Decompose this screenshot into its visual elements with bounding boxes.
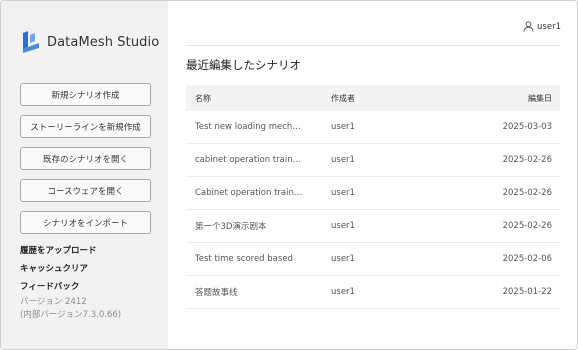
scenario-date: 2025-02-26 [502, 221, 552, 231]
new-storyline-button[interactable]: ストーリーラインを新規作成 [20, 115, 151, 138]
main-panel: user1 最近編集したシナリオ 名称 作成者 編集日 Test new loa… [168, 1, 577, 349]
scenario-name: Test new loading mech… [195, 122, 301, 132]
column-header-author[interactable]: 作成者 [322, 93, 452, 104]
datamesh-logo-icon [23, 31, 39, 53]
scenario-author: user1 [331, 221, 355, 231]
scenario-date: 2025-01-22 [502, 287, 552, 297]
scenario-author: user1 [331, 188, 355, 198]
scenario-date: 2025-02-26 [502, 188, 552, 198]
scenario-name: Test time scored based [195, 254, 293, 264]
user-menu[interactable]: user1 [523, 21, 561, 32]
table-row[interactable]: Cabinet operation train… user1 2025-02-2… [186, 177, 560, 210]
username: user1 [537, 21, 561, 32]
scenario-author: user1 [331, 254, 355, 264]
scenario-name: 第一个3D演示剧本 [195, 222, 267, 232]
internal-version-label: (内部バージョン7.3.0.66) [20, 310, 122, 320]
scenario-author: user1 [331, 287, 355, 297]
user-icon [523, 21, 534, 32]
recent-scenarios-title: 最近編集したシナリオ [186, 58, 301, 72]
table-row[interactable]: Test new loading mech… user1 2025-03-03 [186, 111, 560, 144]
feedback-link[interactable]: フィードバック [20, 280, 79, 292]
column-header-name[interactable]: 名称 [186, 93, 322, 104]
scenario-author: user1 [331, 122, 355, 132]
logo: DataMesh Studio [21, 31, 159, 53]
open-scenario-button[interactable]: 既存のシナリオを開く [20, 147, 151, 170]
open-courseware-button[interactable]: コースウェアを開く [20, 179, 151, 202]
table-row[interactable]: 答题故事线 user1 2025-01-22 [186, 276, 560, 309]
app-window: DataMesh Studio 新規シナリオ作成 ストーリーラインを新規作成 既… [0, 0, 578, 350]
scenario-date: 2025-03-03 [502, 122, 552, 132]
sidebar: DataMesh Studio 新規シナリオ作成 ストーリーラインを新規作成 既… [1, 1, 168, 349]
table-row[interactable]: Test time scored based user1 2025-02-06 [186, 243, 560, 276]
header-divider [186, 45, 561, 46]
version-label: バージョン 2412 [20, 297, 87, 307]
scenario-date: 2025-02-06 [502, 254, 552, 264]
import-scenario-button[interactable]: シナリオをインポート [20, 211, 151, 234]
scenario-name: cabinet operation train… [195, 155, 302, 165]
scenario-author: user1 [331, 155, 355, 165]
table-row[interactable]: cabinet operation train… user1 2025-02-2… [186, 144, 560, 177]
clear-cache-link[interactable]: キャッシュクリア [20, 262, 88, 274]
table-row[interactable]: 第一个3D演示剧本 user1 2025-02-26 [186, 210, 560, 243]
scenario-date: 2025-02-26 [502, 155, 552, 165]
upload-history-link[interactable]: 履歴をアップロード [20, 244, 97, 256]
app-title: DataMesh Studio [47, 34, 160, 50]
column-header-edited-date[interactable]: 編集日 [452, 93, 560, 104]
new-scenario-button[interactable]: 新規シナリオ作成 [20, 83, 151, 106]
scenario-name: 答题故事线 [195, 288, 238, 298]
recent-scenarios-table: 名称 作成者 編集日 Test new loading mech… user1 … [186, 85, 560, 309]
scenario-name: Cabinet operation train… [195, 188, 303, 198]
table-header: 名称 作成者 編集日 [186, 85, 560, 111]
